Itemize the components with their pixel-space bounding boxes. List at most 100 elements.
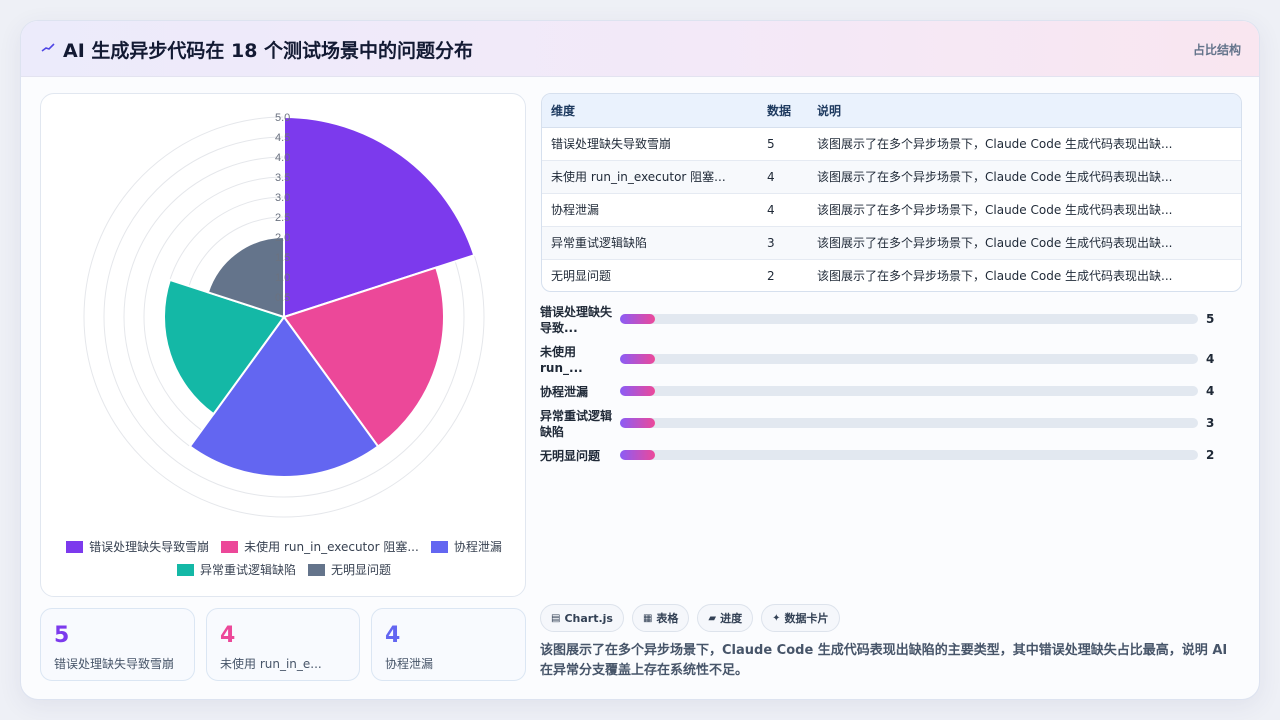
legend-item[interactable]: 未使用 run_in_executor 阻塞... [221,538,419,555]
table-cell: 无明显问题 [551,269,612,284]
chart-icon: ▤ [551,612,561,624]
summary-text: 该图展示了在多个异步场景下，Claude Code 生成代码表现出缺陷的主要类型… [540,643,1228,678]
chart-legend-row-2: 异常重试逻辑缺陷 无明显问题 [41,561,527,578]
stat-value: 4 [385,623,401,648]
r-axis-tick-label: 3.5 [275,172,290,184]
legend-swatch [66,540,84,553]
progress-label: 无明显问题 [540,449,601,463]
legend-item[interactable]: 异常重试逻辑缺陷 [176,561,296,578]
legend-swatch [308,563,325,576]
stat-card: 4 未使用 run_in_e... [206,608,360,681]
progress-track [620,450,1198,460]
legend-label: 无明显问题 [331,563,392,577]
progress-value: 3 [1206,416,1215,430]
legend-swatch [430,540,448,553]
chip-progress[interactable]: ▰ 进度 [697,604,754,632]
r-axis-tick-label: 2.5 [275,212,290,224]
legend-item[interactable]: 协程泄漏 [430,538,502,555]
r-axis-tick-label: 2.0 [275,232,290,244]
stat-value: 5 [54,623,70,648]
data-table: 维度 数据 说明 错误处理缺失导致雪崩 5 该图展示了在多个异步场景下，Clau… [541,93,1242,292]
stat-label: 错误处理缺失导致雪崩 [54,657,175,671]
r-axis-tick-label: 1.5 [275,252,290,264]
progress-track [620,386,1198,396]
legend-label: 异常重试逻辑缺陷 [199,563,296,577]
table-row: 协程泄漏 4 该图展示了在多个异步场景下，Claude Code 生成代码表现出… [542,193,1241,227]
table-cell: 2 [767,268,775,283]
page-subtitle: 占比结构 [1192,43,1241,57]
polar-chart-panel: 5.0 4.5 4.0 3.5 3.0 2.5 2.0 1.5 1.0 0.5 错误处理缺失导致雪… [40,93,526,597]
dashboard-card: AI 生成异步代码在 18 个测试场景中的问题分布 占比结构 5.0 4.5 4.0… [20,20,1260,700]
table-icon: ▦ [642,612,653,624]
table-cell: 5 [758,127,808,161]
sparkle-icon: ✦ [772,612,781,624]
progress-icon: ▰ [708,612,717,624]
legend-label: 未使用 run_in_executor 阻塞... [244,540,419,554]
table-cell: 协程泄漏 [542,193,758,227]
legend-label: 协程泄漏 [453,540,502,554]
r-axis-tick-label: 0.5 [275,292,290,304]
r-axis-tick-label: 4.0 [275,152,290,164]
table-cell: 错误处理缺失导致雪崩 [542,127,758,161]
table-row: 未使用 run_in_executor 阻塞... 4 该图展示了在多个异步场景… [542,160,1241,194]
table-row: 错误处理缺失导致雪崩 5 该图展示了在多个异步场景下，Claude Code 生… [542,127,1241,161]
legend-swatch [221,540,239,553]
progress-value: 4 [1206,384,1215,398]
progress-label: 未使用 run_... [540,345,583,375]
table-cell: 该图展示了在多个异步场景下，Claude Code 生成代码表现出缺... [817,269,1173,284]
table-cell: 该图展示了在多个异步场景下，Claude Code 生成代码表现出缺... [808,226,1241,260]
progress-fill [620,386,655,396]
progress-row: 未使用 run_... 4 [540,344,1240,376]
table-cell: 该图展示了在多个异步场景下，Claude Code 生成代码表现出缺... [808,127,1241,161]
stat-label: 协程泄漏 [385,657,434,671]
column-header[interactable]: 说明 [808,94,1241,128]
progress-track [620,354,1198,364]
progress-fill [620,314,655,324]
table-cell: 未使用 run_in_executor 阻塞... [542,160,758,194]
column-header[interactable]: 维度 [542,94,758,128]
chip-table[interactable]: ▦ 表格 [631,604,690,632]
legend-item[interactable]: 错误处理缺失导致雪崩 [66,538,209,555]
column-header[interactable]: 数据 [758,94,808,128]
r-axis-tick-label: 3.0 [275,192,290,204]
legend-item[interactable]: 无明显问题 [308,561,391,578]
legend-label: 错误处理缺失导致雪崩 [89,540,210,554]
stat-card: 4 协程泄漏 [371,608,526,681]
table-cell: 4 [758,160,808,194]
progress-label: 协程泄漏 [540,385,589,399]
polar-area-chart: 5.0 4.5 4.0 3.5 3.0 2.5 2.0 1.5 1.0 0.5 [83,112,485,518]
r-axis-tick-label: 5.0 [275,112,290,124]
page-title: AI 生成异步代码在 18 个测试场景中的问题分布 [63,40,474,62]
progress-label: 异常重试逻辑 缺陷 [540,409,613,439]
progress-row: 协程泄漏 4 [540,376,1240,408]
chart-legend-row-1: 错误处理缺失导致雪崩 未使用 run_in_executor 阻塞... 协程泄… [41,538,527,555]
table-cell: 该图展示了在多个异步场景下，Claude Code 生成代码表现出缺... [808,193,1241,227]
table-cell: 3 [758,226,808,260]
trend-line-icon [41,43,55,52]
progress-track [620,418,1198,428]
stat-card: 5 错误处理缺失导致雪崩 [40,608,195,681]
stat-value: 4 [220,623,236,648]
progress-fill [620,418,655,428]
progress-row: 异常重试逻辑 缺陷 3 [540,408,1240,440]
progress-value: 2 [1206,448,1215,462]
table-header-row: 维度 数据 说明 [542,94,1241,128]
legend-swatch [176,563,194,576]
table-row: 无明显问题 2 该图展示了在多个异步场景下，Claude Code 生成代码表现… [542,259,1241,291]
chip-chartjs[interactable]: ▤ Chart.js [540,604,624,632]
progress-track [620,314,1198,324]
progress-value: 5 [1206,312,1215,326]
feature-chips: ▤ Chart.js ▦ 表格 ▰ 进度 ✦ 数据卡片 [540,604,840,632]
progress-row: 无明显问题 2 [540,440,1240,472]
table-cell: 异常重试逻辑缺陷 [542,226,758,260]
r-axis-tick-label: 4.5 [275,132,290,144]
stat-label: 未使用 run_in_e... [220,657,322,671]
progress-fill [620,450,655,460]
progress-row: 错误处理缺失 导致... 5 [540,304,1240,336]
table-cell: 该图展示了在多个异步场景下，Claude Code 生成代码表现出缺... [808,160,1241,194]
chip-data-card[interactable]: ✦ 数据卡片 [761,604,840,632]
table-cell: 4 [758,193,808,227]
header: AI 生成异步代码在 18 个测试场景中的问题分布 占比结构 [21,21,1259,77]
progress-value: 4 [1206,352,1215,366]
table-row: 异常重试逻辑缺陷 3 该图展示了在多个异步场景下，Claude Code 生成代… [542,226,1241,260]
